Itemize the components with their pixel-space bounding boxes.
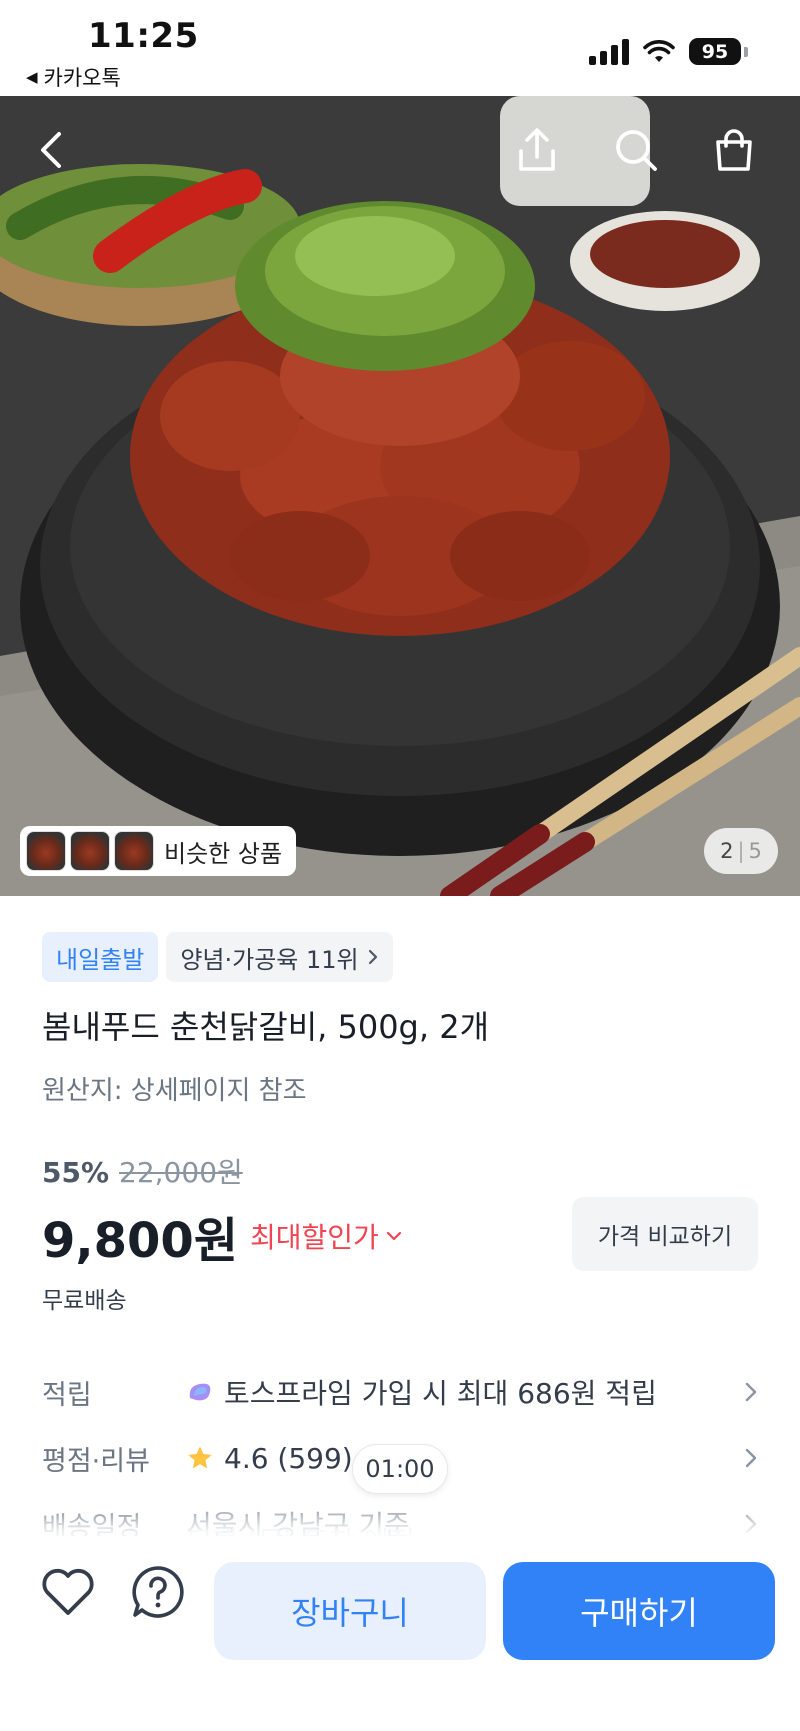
- rating-value-wrap: 4.6 (599): [186, 1442, 353, 1475]
- rating-label: 평점·리뷰: [42, 1445, 150, 1477]
- price-compare-button[interactable]: 가격 비교하기: [572, 1197, 758, 1271]
- category-rank-label: 양념·가공육 11위: [180, 945, 359, 974]
- star-icon: [188, 1446, 212, 1469]
- similar-products-chip[interactable]: 비슷한 상품: [20, 826, 297, 876]
- status-bar: 11:25 ◀ 카카오톡 95: [0, 0, 800, 96]
- cellular-signal-icon: [589, 38, 629, 65]
- bottom-action-bar: 장바구니 구매하기: [0, 1536, 800, 1731]
- countdown-timer: 01:00: [352, 1444, 448, 1494]
- back-to-app-link[interactable]: ◀ 카카오톡: [26, 62, 121, 92]
- product-image-carousel[interactable]: 비슷한 상품 2 | 5: [0, 96, 800, 896]
- sale-price: 9,800원: [42, 1213, 238, 1269]
- status-time: 11:25: [88, 16, 199, 56]
- max-discount-toggle[interactable]: 최대할인가: [250, 1216, 403, 1256]
- page-current: 2: [720, 839, 734, 863]
- image-page-indicator: 2 | 5: [704, 828, 778, 874]
- original-price: 22,000원: [119, 1156, 243, 1189]
- price-row: 9,800원 최대할인가 가격 비교하기: [42, 1197, 758, 1271]
- system-icons: 95: [589, 38, 748, 65]
- similar-products-label: 비슷한 상품: [164, 839, 283, 868]
- inquiry-button[interactable]: [128, 1562, 188, 1622]
- discount-rate: 55%: [42, 1156, 110, 1189]
- buy-now-button[interactable]: 구매하기: [503, 1562, 775, 1660]
- delivery-badge: 내일출발: [42, 932, 159, 982]
- cart-button[interactable]: [706, 122, 762, 178]
- discount-row: 55% 22,000원: [42, 1151, 758, 1191]
- chevron-right-icon: [745, 1382, 757, 1402]
- chevron-right-icon: [745, 1448, 757, 1468]
- badge-row: 내일출발 양념·가공육 11위: [42, 932, 758, 982]
- page-total: 5: [748, 839, 762, 863]
- wifi-icon: [643, 39, 675, 62]
- share-icon: [519, 128, 555, 171]
- chevron-down-icon: [386, 1231, 401, 1241]
- add-to-cart-button[interactable]: 장바구니: [214, 1562, 486, 1660]
- battery-level: 95: [689, 38, 741, 65]
- product-title: 봄내푸드 춘천닭갈비, 500g, 2개: [42, 1008, 490, 1046]
- product-origin: 원산지: 상세페이지 참조: [42, 1076, 307, 1106]
- points-value-wrap: 토스프라임 가입 시 최대 686원 적립: [186, 1372, 657, 1412]
- share-button[interactable]: [509, 122, 565, 178]
- similar-thumbnail: [26, 831, 66, 871]
- back-triangle-icon: ◀: [26, 68, 38, 86]
- back-app-label: 카카오톡: [43, 66, 121, 90]
- chevron-right-icon: [368, 949, 377, 965]
- search-icon: [616, 130, 657, 171]
- free-shipping-label: 무료배송: [42, 1288, 127, 1314]
- points-label: 적립: [42, 1379, 92, 1411]
- similar-thumbnail: [114, 831, 154, 871]
- battery-indicator: 95: [689, 38, 748, 65]
- shopping-bag-icon: [716, 129, 752, 171]
- category-rank-badge[interactable]: 양념·가공육 11위: [166, 932, 393, 982]
- back-button[interactable]: [24, 122, 80, 178]
- wishlist-button[interactable]: [38, 1562, 98, 1622]
- similar-thumbnail: [70, 831, 110, 871]
- heart-icon: [42, 1568, 94, 1615]
- back-arrow-icon: [41, 132, 61, 168]
- product-photo: [0, 96, 800, 896]
- toss-prime-icon: [189, 1383, 211, 1401]
- search-button[interactable]: [608, 122, 664, 178]
- chevron-right-icon: [745, 1514, 757, 1534]
- points-value: 토스프라임 가입 시 최대 686원 적립: [224, 1377, 657, 1410]
- rating-value: 4.6 (599): [224, 1441, 353, 1475]
- max-discount-label: 최대할인가: [250, 1221, 379, 1254]
- points-row[interactable]: 적립 토스프라임 가입 시 최대 686원 적립: [42, 1359, 758, 1425]
- question-bubble-icon: [132, 1566, 184, 1618]
